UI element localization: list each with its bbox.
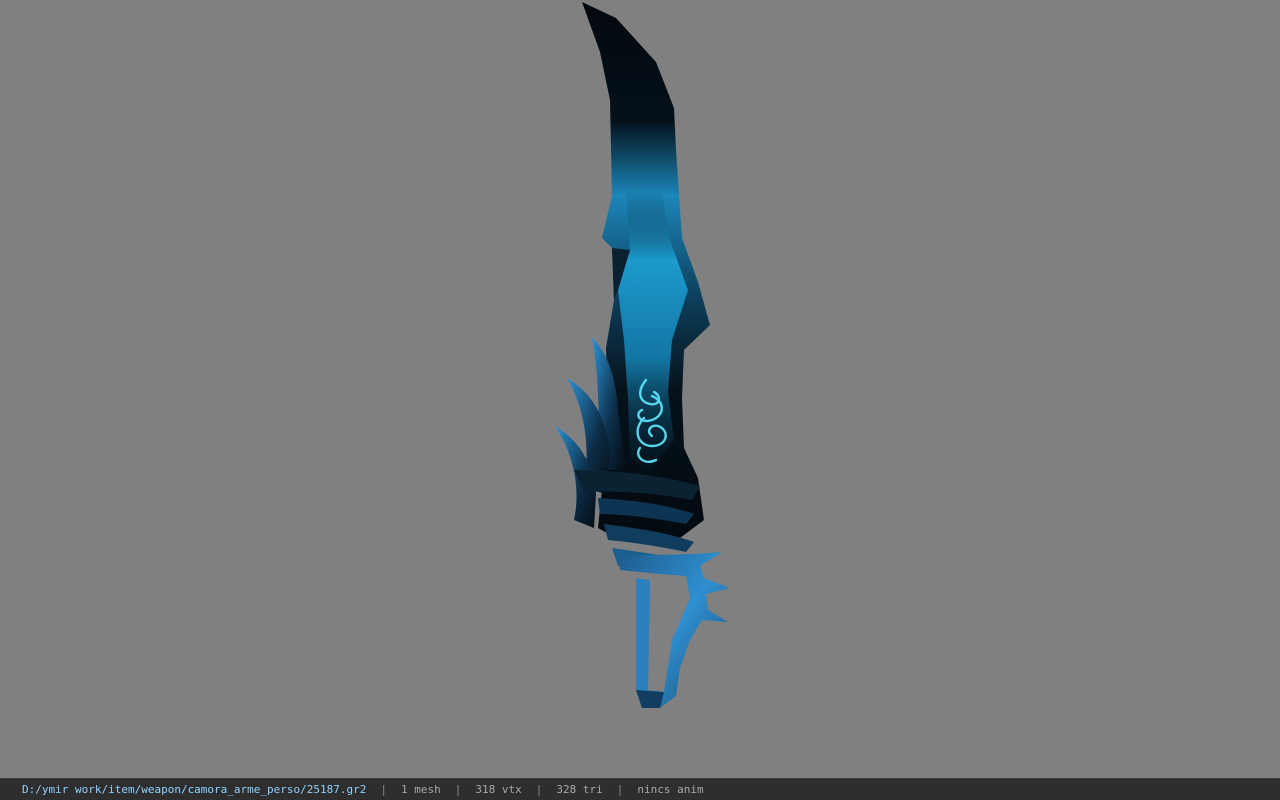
animation-status: nincs anim	[637, 783, 704, 796]
separator: |	[616, 783, 624, 796]
separator: |	[535, 783, 543, 796]
file-path: D:/ymir work/item/weapon/camora_arme_per…	[22, 783, 367, 796]
mesh-count: 1 mesh	[401, 783, 441, 796]
vertex-count: 318 vtx	[475, 783, 522, 796]
hilt	[618, 552, 730, 708]
3d-viewport[interactable]	[0, 0, 1280, 778]
separator: |	[454, 783, 462, 796]
status-bar: D:/ymir work/item/weapon/camora_arme_per…	[0, 778, 1280, 800]
triangle-count: 328 tri	[556, 783, 603, 796]
separator: |	[380, 783, 387, 796]
model-render	[555, 2, 730, 708]
